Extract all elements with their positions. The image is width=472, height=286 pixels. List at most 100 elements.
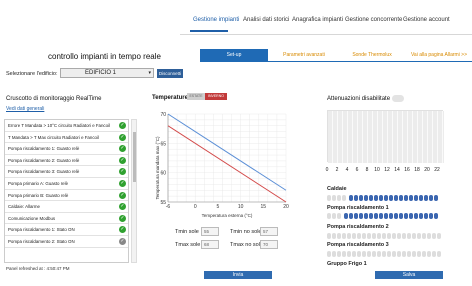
monitor-list: Errore T Mandata > 10°C circuito Radiato… xyxy=(4,119,129,263)
tmax-sole-input[interactable]: 68 xyxy=(201,240,219,249)
y-tick-label: 60 xyxy=(160,171,166,177)
scrollbar-thumb[interactable] xyxy=(133,132,136,182)
check-icon: ✓ xyxy=(119,145,126,153)
list-item: Caldaie: Allarme ✓ xyxy=(5,201,128,213)
check-icon: ✓ xyxy=(119,191,126,199)
toggle-inverno[interactable]: INVERNO xyxy=(205,93,227,100)
hour-tick: 10 xyxy=(374,167,380,173)
check-icon: ✓ xyxy=(119,214,126,222)
x-tick-label: 0 xyxy=(194,204,197,210)
device-caldaie-bars[interactable] xyxy=(327,195,346,201)
series-line-1 xyxy=(167,113,287,191)
list-item-label: Pompa primario A: Guasto relè xyxy=(8,180,69,186)
tab-divider xyxy=(200,61,472,62)
series-line-2 xyxy=(167,125,287,203)
attenuation-title: Attenuazioni disabilitate xyxy=(327,96,391,102)
device-pompa-3-bars[interactable] xyxy=(327,251,441,257)
device-caldaie-bars-active[interactable] xyxy=(349,195,438,201)
tab-allarmi-link[interactable]: Vai alla pagina Allarmi >> xyxy=(406,49,472,61)
list-item: Errore T Mandata > 10°C circuito Radiato… xyxy=(5,120,128,132)
check-icon: ✓ xyxy=(119,168,126,176)
list-item-label: Pompa primario B: Guasto relè xyxy=(8,192,69,198)
monitor-scrollbar[interactable] xyxy=(131,119,137,263)
tmax-nosole-label: Tmax no sole xyxy=(230,242,264,248)
temperature-title: Temperature xyxy=(152,95,188,101)
disconnect-button[interactable]: Disconnetti xyxy=(157,69,183,78)
list-item-label: Pompa riscaldamento 1: Stato ON xyxy=(8,227,75,233)
save-button[interactable]: Salva xyxy=(375,271,443,279)
list-item: Pompa riscaldamento 1: Stato ON ✓ xyxy=(5,224,128,236)
device-pompa-2-bars[interactable] xyxy=(327,233,441,239)
hour-tick: 8 xyxy=(365,167,369,173)
y-tick-label: 70 xyxy=(160,112,166,118)
x-tick-label: 10 xyxy=(238,204,244,210)
nav-gestione-account[interactable]: Gestione account xyxy=(403,17,450,23)
device-gruppo-frigo: Gruppo Frigo 1 xyxy=(327,261,367,267)
chart-xlabel: Temperatura esterna (°C) xyxy=(202,213,253,218)
device-pompa-3: Pompa riscaldamento 3 xyxy=(327,242,389,248)
list-item-label: Pompa riscaldamento 3: Guasto relè xyxy=(8,169,80,175)
tmin-nosole-label: Tmin no sole xyxy=(230,229,262,235)
x-tick-label: 20 xyxy=(283,204,289,210)
tmax-nosole-input[interactable]: 70 xyxy=(260,240,278,249)
hour-tick: 2 xyxy=(335,167,339,173)
chevron-down-icon: ▾ xyxy=(148,70,151,76)
hour-tick: 22 xyxy=(434,167,440,173)
hour-tick: 4 xyxy=(345,167,349,173)
list-item: Pompa riscaldamento 1: Guasto relè ✓ xyxy=(5,143,128,155)
check-icon: ✓ xyxy=(119,179,126,187)
list-item: Pompa riscaldamento 2: Guasto relè ✓ xyxy=(5,155,128,167)
tmin-sole-label: Tmin sole xyxy=(175,229,199,235)
refresh-status: Panel refreshed at : 4:50:47 PM xyxy=(6,266,70,271)
list-item-label: Caldaie: Allarme xyxy=(8,204,40,210)
x-tick-label: -6 xyxy=(166,204,171,210)
list-item: T Mandata > T Max circuito Radiatori e F… xyxy=(5,132,128,144)
tmin-nosole-input[interactable]: 57 xyxy=(260,227,278,236)
tab-sonde-thermolux[interactable]: Sonde Thermolux xyxy=(340,49,404,61)
list-item-label: Pompa riscaldamento 2: Stato ON xyxy=(8,238,75,244)
page-title: controllo impianti in tempo reale xyxy=(48,52,161,61)
list-item-label: T Mandata > T Max circuito Radiatori e F… xyxy=(8,134,99,140)
list-item-label: Pompa riscaldamento 1: Guasto relè xyxy=(8,146,80,152)
device-pompa-1-bars[interactable] xyxy=(327,213,341,219)
nav-gestione-concorrente[interactable]: Gestione concorrente xyxy=(345,17,402,23)
attenuation-grid[interactable] xyxy=(327,110,444,163)
nav-active-indicator xyxy=(190,30,228,32)
hour-tick: 20 xyxy=(424,167,430,173)
nav-divider xyxy=(180,34,472,35)
tmin-sole-input[interactable]: 55 xyxy=(201,227,219,236)
temperature-chart: Temperatura mandata max (°C) -6 0 5 10 15 20 7… xyxy=(155,112,289,218)
hour-tick: 12 xyxy=(384,167,390,173)
device-pompa-1: Pompa riscaldamento 1 xyxy=(327,205,389,211)
building-select-value: EDIFICIO 1 xyxy=(85,70,117,76)
y-tick-label: 65 xyxy=(160,141,166,147)
x-tick-label: 5 xyxy=(217,204,220,210)
hour-tick: 18 xyxy=(414,167,420,173)
tab-setup[interactable]: Set-up xyxy=(200,49,268,61)
list-item: Pompa riscaldamento 2: Stato ON ✓ xyxy=(5,236,128,248)
list-item-label: Comunicazione Modbus xyxy=(8,215,56,221)
tab-parametri-avanzati[interactable]: Parametri avanzati xyxy=(270,49,338,61)
building-select[interactable]: EDIFICIO 1 ▾ xyxy=(60,68,154,78)
list-item: Pompa primario B: Guasto relè ✓ xyxy=(5,190,128,202)
hour-tick: 14 xyxy=(394,167,400,173)
toggle-estate[interactable]: ESTATE xyxy=(187,93,205,100)
hour-tick: 0 xyxy=(325,167,329,173)
nav-gestione-impianti[interactable]: Gestione impianti xyxy=(193,17,239,23)
attenuation-toggle[interactable] xyxy=(392,95,404,102)
nav-anagrafica-impianti[interactable]: Anagrafica impianti xyxy=(292,17,343,23)
check-icon: ✓ xyxy=(119,133,126,141)
hour-tick: 16 xyxy=(404,167,410,173)
list-item: Pompa primario A: Guasto relè ✓ xyxy=(5,178,128,190)
check-icon: ✓ xyxy=(119,156,126,164)
list-item-label: Errore T Mandata > 10°C circuito Radiato… xyxy=(8,123,111,128)
nav-analisi-dati-storici[interactable]: Analisi dati storici xyxy=(243,17,289,23)
send-button[interactable]: Invia xyxy=(204,271,272,279)
device-pompa-1-bars-active[interactable] xyxy=(344,213,438,219)
attenuation-grid-rows xyxy=(328,111,444,163)
chart-ylabel: Temperatura mandata max (°C) xyxy=(155,136,160,200)
general-data-link[interactable]: Vedi dati generali xyxy=(6,106,44,112)
y-tick-label: 55 xyxy=(160,200,166,206)
monitor-title: Cruscotto di monitoraggio RealTime xyxy=(6,96,102,102)
check-icon: ✓ xyxy=(119,237,126,245)
